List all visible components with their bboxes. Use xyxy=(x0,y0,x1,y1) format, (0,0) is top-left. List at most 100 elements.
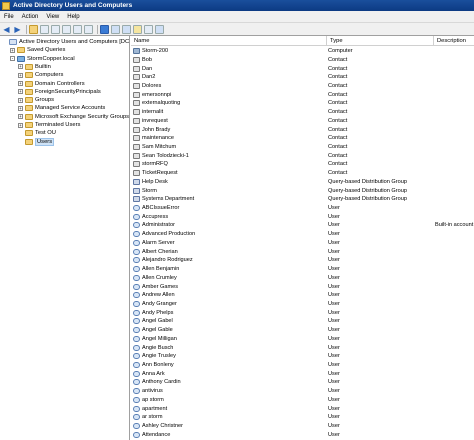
list-row[interactable]: Help Desk Query-based Distribution Group xyxy=(131,178,474,186)
properties-icon[interactable] xyxy=(40,24,49,34)
tree-node[interactable]: + Domain Controllers xyxy=(18,80,85,88)
new-user-icon[interactable] xyxy=(111,24,120,34)
help-icon[interactable] xyxy=(100,24,109,34)
list-row[interactable]: Andrew Allen User xyxy=(131,291,474,299)
expand-toggle-icon[interactable]: + xyxy=(18,97,23,103)
list-row[interactable]: Albert Cherian User xyxy=(131,248,474,256)
tree-node-label: Computers xyxy=(35,72,64,79)
contact-icon xyxy=(133,91,140,98)
list-row[interactable]: Dan2 Contact xyxy=(131,73,474,81)
find-icon[interactable] xyxy=(144,24,153,34)
copy-icon[interactable] xyxy=(51,24,60,34)
list-row[interactable]: internalit Contact xyxy=(131,108,474,116)
tree-node[interactable]: Users xyxy=(18,137,55,146)
contact-icon xyxy=(133,161,140,168)
column-header-type[interactable]: Type xyxy=(327,36,434,46)
row-type: Contact xyxy=(328,74,348,81)
list-row[interactable]: Sam Mitchum Contact xyxy=(131,143,474,151)
list-row[interactable]: Dolores Contact xyxy=(131,82,474,90)
menu-action[interactable]: Action xyxy=(18,14,43,20)
expand-toggle-icon[interactable]: - xyxy=(10,56,15,62)
list-row[interactable]: Dan Contact xyxy=(131,64,474,72)
console-tree[interactable]: Active Directory Users and Computers [DC… xyxy=(0,36,130,440)
tree-node[interactable]: Test OU xyxy=(18,129,56,137)
tree-node[interactable]: + Saved Queries xyxy=(10,46,65,54)
tree-node-label: Terminated Users xyxy=(35,122,81,128)
list-row[interactable]: maintenance Contact xyxy=(131,134,474,142)
tree-node[interactable]: + Computers xyxy=(18,71,63,79)
list-row[interactable]: Sean Tolodziecki-1 Contact xyxy=(131,152,474,160)
menu-file[interactable]: File xyxy=(0,14,18,20)
expand-toggle-icon[interactable]: + xyxy=(18,64,23,70)
expand-toggle-icon[interactable]: + xyxy=(18,81,23,86)
row-type: User xyxy=(328,362,340,368)
refresh-icon[interactable] xyxy=(73,24,82,34)
list-row[interactable]: Andy Granger User xyxy=(131,300,474,308)
row-name-cell: Bob xyxy=(133,56,323,63)
menu-help[interactable]: Help xyxy=(63,14,83,20)
list-row[interactable]: Bob Contact xyxy=(131,56,474,64)
expand-toggle-icon[interactable]: + xyxy=(10,47,15,53)
list-row[interactable]: Allen Benjamin User xyxy=(131,265,474,273)
list-row[interactable]: Ashley Christner User xyxy=(131,422,474,430)
list-row[interactable]: Anna Ark User xyxy=(131,370,474,378)
list-row[interactable]: ABCIssueError User xyxy=(131,204,474,212)
list-row[interactable]: John Brady Contact xyxy=(131,125,474,133)
tree-node[interactable]: + ForeignSecurityPrincipals xyxy=(18,88,101,96)
list-row[interactable]: Angie Trusley User xyxy=(131,352,474,360)
list-row[interactable]: emersonnpi Contact xyxy=(131,91,474,99)
list-row[interactable]: TicketRequest Contact xyxy=(131,169,474,177)
details-pane[interactable]: Name Type Description Storm-200 Computer B… xyxy=(131,36,474,440)
list-row[interactable]: Systems Department Query-based Distributi… xyxy=(131,195,474,203)
list-row[interactable]: Ann Bonleny User xyxy=(131,361,474,369)
tree-node[interactable]: + Builtin xyxy=(18,63,51,71)
tree-node[interactable]: + Managed Service Accounts xyxy=(18,104,105,112)
add-to-group-icon[interactable] xyxy=(155,24,164,34)
expand-toggle-icon[interactable]: + xyxy=(18,122,23,128)
list-row[interactable]: stormRFQ Contact xyxy=(131,160,474,168)
column-header-description[interactable]: Description xyxy=(434,36,474,46)
expand-toggle-icon[interactable]: + xyxy=(18,89,23,95)
tree-node[interactable]: + Groups xyxy=(18,96,54,104)
list-row[interactable]: antivirus User xyxy=(131,387,474,395)
tree-node[interactable]: + Terminated Users xyxy=(18,121,80,129)
list-row[interactable]: Angel Milligan User xyxy=(131,335,474,343)
tree-node[interactable]: - StormCopper.local xyxy=(10,55,75,63)
delete-icon[interactable] xyxy=(62,24,71,34)
list-row[interactable]: externalquoting Contact xyxy=(131,99,474,107)
column-header-name[interactable]: Name xyxy=(131,36,327,46)
list-row[interactable]: Advanced Production User xyxy=(131,230,474,238)
forward-arrow-icon[interactable]: ▶ xyxy=(13,25,22,34)
list-row[interactable]: Administrator User Built-in account xyxy=(131,221,474,229)
row-name-cell: emersonnpi xyxy=(133,91,323,98)
list-row[interactable]: Anthony Cardin User xyxy=(131,378,474,386)
list-row[interactable]: invrequest Contact xyxy=(131,117,474,125)
list-row[interactable]: ar storm User xyxy=(131,413,474,421)
list-row[interactable]: Angel Gabel User xyxy=(131,317,474,325)
list-row[interactable]: Angie Busch User xyxy=(131,343,474,351)
new-group-icon[interactable] xyxy=(122,24,131,34)
contact-icon xyxy=(133,152,140,159)
list-row[interactable]: Allen Crumley User xyxy=(131,274,474,282)
list-row[interactable]: Accupress User xyxy=(131,213,474,221)
list-row[interactable]: ap storm User xyxy=(131,396,474,404)
expand-toggle-icon[interactable]: + xyxy=(18,105,23,111)
list-row[interactable]: Andy Phelps User xyxy=(131,309,474,317)
export-icon[interactable] xyxy=(84,24,93,34)
tree-node[interactable]: + Microsoft Exchange Security Groups xyxy=(18,113,129,121)
list-row[interactable]: Amber Games User xyxy=(131,282,474,290)
menu-view[interactable]: View xyxy=(42,14,63,20)
back-arrow-icon[interactable]: ◀ xyxy=(2,25,11,34)
list-row[interactable]: Storm Query-based Distribution Group xyxy=(131,187,474,195)
expand-toggle-icon[interactable]: + xyxy=(18,72,23,78)
filter-icon[interactable] xyxy=(133,24,142,34)
list-row[interactable]: Alejandro Rodriguez User xyxy=(131,256,474,264)
list-row[interactable]: Attendance User xyxy=(131,431,474,439)
tree-node[interactable]: Active Directory Users and Computers [DC… xyxy=(2,38,129,46)
expand-toggle-icon[interactable]: + xyxy=(18,114,23,120)
folder-icon[interactable] xyxy=(29,24,38,34)
list-row[interactable]: Storm-200 Computer xyxy=(131,47,474,55)
list-row[interactable]: Alarm Server User xyxy=(131,239,474,247)
list-row[interactable]: Angel Gable User xyxy=(131,326,474,334)
list-row[interactable]: apartment User xyxy=(131,405,474,413)
